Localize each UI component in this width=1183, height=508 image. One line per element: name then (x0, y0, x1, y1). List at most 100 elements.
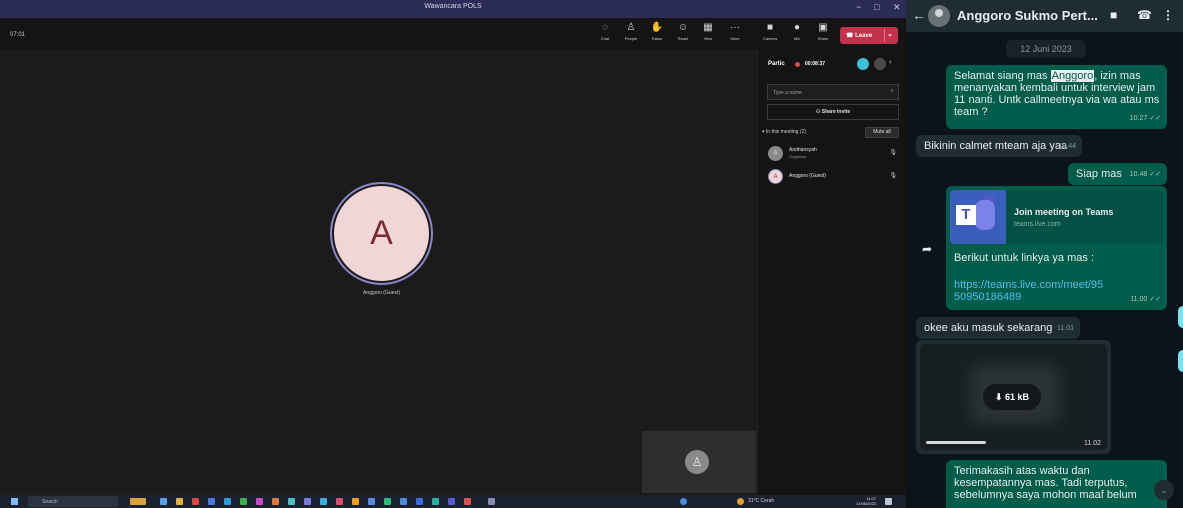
panel-title: Partic (768, 61, 785, 67)
weather-text: 31°C Cerah (748, 498, 775, 504)
in-meeting-header[interactable]: ▾ In this meeting (2) (762, 129, 806, 135)
title-bar: Wawancara POLS − □ ✕ (0, 0, 906, 18)
app-icon[interactable] (160, 498, 167, 505)
app-icon[interactable] (304, 498, 311, 505)
message-incoming-video[interactable]: ⬇ 61 kB 11.02 (916, 340, 1111, 454)
person-icon: ♙ (685, 450, 709, 474)
people-button[interactable]: ♙ People (620, 22, 642, 41)
app-icon[interactable] (192, 498, 199, 505)
avatar[interactable] (928, 5, 950, 27)
app-icon[interactable] (680, 498, 687, 505)
download-icon: ⬇ (994, 392, 1005, 402)
app-icon[interactable] (488, 498, 495, 505)
screen: Wawancara POLS − □ ✕ 07:01 ◌ Chat ♙ People… (0, 0, 1183, 508)
share-invite-button[interactable]: ⚇ Share invite (767, 104, 899, 120)
contact-name[interactable]: Anggoro Sukmo Pert... (957, 8, 1098, 23)
panel-settings-icon[interactable] (874, 58, 886, 70)
view-button[interactable]: ▦ View (697, 22, 719, 41)
panel-action-icon[interactable] (857, 58, 869, 70)
more-button[interactable]: ··· More (724, 22, 746, 41)
app-icon[interactable] (176, 498, 183, 505)
react-button[interactable]: ☺ React (672, 22, 694, 41)
message-outgoing[interactable]: Terimakasih atas waktu dan kesempatannya… (946, 460, 1167, 508)
app-icon[interactable] (368, 498, 375, 505)
participants-panel: Partic 00:08:37 ‹ Type a name ⌕ ⚇ Share … (757, 50, 906, 495)
app-icon[interactable] (400, 498, 407, 505)
collapse-icon[interactable]: ‹ (889, 57, 892, 66)
edge-decoration (1178, 350, 1183, 372)
video-call-icon[interactable]: ■ (1110, 8, 1117, 22)
react-icon: ☺ (677, 22, 689, 33)
taskbar-search[interactable]: Search (28, 496, 118, 507)
app-icon[interactable] (416, 498, 423, 505)
more-icon: ··· (730, 22, 740, 33)
self-view[interactable]: ♙ (642, 431, 756, 493)
mic-icon: 🎙 (889, 173, 897, 179)
call-timer: 07:01 (10, 32, 26, 38)
share-icon: ▣ (818, 22, 828, 33)
app-icon[interactable] (256, 498, 263, 505)
chevron-down-icon[interactable]: ⌄ (887, 30, 893, 38)
taskbar: Search 31°C Cerah 11:07 12/06/2023 (0, 495, 906, 508)
mic-icon: ● (793, 22, 801, 33)
phone-hangup-icon: ☎ (846, 33, 856, 39)
link-preview[interactable]: T Join meeting on Teams teams.live.com (950, 190, 1163, 244)
chat-button[interactable]: ◌ Chat (594, 22, 616, 41)
close-icon[interactable]: ✕ (893, 2, 901, 13)
app-icon[interactable] (224, 498, 231, 505)
app-icon[interactable] (384, 498, 391, 505)
mic-icon: 🎙 (889, 150, 897, 156)
leave-button[interactable]: ☎ Leave ⌄ (840, 27, 898, 44)
camera-button[interactable]: ■ Camera (759, 22, 781, 41)
maximize-icon[interactable]: □ (874, 2, 879, 12)
app-icon[interactable] (288, 498, 295, 505)
people-icon: ♙ (626, 22, 636, 33)
taskbar-clock[interactable]: 11:07 12/06/2023 (856, 496, 876, 506)
app-icon[interactable] (432, 498, 439, 505)
view-icon: ▦ (703, 22, 713, 33)
participant-row[interactable]: ♙ Andriansyah Organizer 🎙 (767, 143, 899, 165)
forward-icon[interactable]: ➦ (922, 242, 932, 256)
notification-icon[interactable] (885, 498, 892, 505)
share-button[interactable]: ▣ Share (812, 22, 834, 41)
download-button[interactable]: ⬇ 61 kB (983, 384, 1041, 410)
recording-icon (795, 62, 800, 67)
back-arrow-icon[interactable]: ← (912, 7, 926, 23)
whatsapp-chat: ← Anggoro Sukmo Pert... ■ ☎ ⋮ 12 Juni 20… (906, 0, 1183, 508)
participant-search-input[interactable]: Type a name ⌕ (767, 84, 899, 100)
phone-icon[interactable]: ☎ (1137, 8, 1152, 22)
scroll-down-button[interactable]: ⌄ (1154, 480, 1174, 500)
raise-hand-button[interactable]: ✋ Raise (646, 22, 668, 41)
mute-all-button[interactable]: Mute all (865, 127, 899, 138)
message-outgoing[interactable]: Siap mas 10.48 ✓✓ (1068, 163, 1167, 185)
search-highlight: Anggoro (1050, 70, 1095, 82)
participant-row[interactable]: A Anggoro (Guest) 🎙 (767, 166, 899, 188)
app-icon[interactable] (336, 498, 343, 505)
video-thumbnail[interactable]: ⬇ 61 kB 11.02 (920, 344, 1107, 450)
teams-window: Wawancara POLS − □ ✕ 07:01 ◌ Chat ♙ People… (0, 0, 906, 508)
message-incoming[interactable]: Bikinin calmet mteam aja yaa 10.44 (916, 135, 1082, 157)
app-icon[interactable] (448, 498, 455, 505)
app-icon[interactable] (240, 498, 247, 505)
message-incoming[interactable]: okee aku masuk sekarang 11.01 (916, 317, 1080, 339)
date-chip: 12 Juni 2023 (1006, 40, 1086, 58)
minimize-icon[interactable]: − (856, 2, 861, 12)
message-outgoing-link[interactable]: T Join meeting on Teams teams.live.com B… (946, 186, 1167, 310)
teams-logo-icon: T (950, 190, 1006, 244)
app-icon[interactable] (352, 498, 359, 505)
read-receipt-icon: ✓✓ (1149, 296, 1161, 303)
app-icon[interactable] (320, 498, 327, 505)
windows-start-icon[interactable] (11, 498, 18, 505)
mic-button[interactable]: ● Mic (786, 22, 808, 41)
read-receipt-icon: ✓✓ (1149, 115, 1161, 122)
camera-icon: ■ (766, 22, 774, 33)
weather-widget-icon[interactable] (130, 498, 146, 505)
message-outgoing[interactable]: Selamat siang mas Anggoro, izin mas mena… (946, 65, 1167, 129)
chat-header: ← Anggoro Sukmo Pert... ■ ☎ ⋮ (906, 0, 1183, 32)
app-icon[interactable] (272, 498, 279, 505)
app-icon[interactable] (208, 498, 215, 505)
app-icon[interactable] (464, 498, 471, 505)
raise-hand-icon: ✋ (650, 22, 664, 33)
meeting-link[interactable]: https://teams.live.com/meet/955095018648… (954, 279, 1104, 303)
menu-icon[interactable]: ⋮ (1162, 8, 1174, 22)
